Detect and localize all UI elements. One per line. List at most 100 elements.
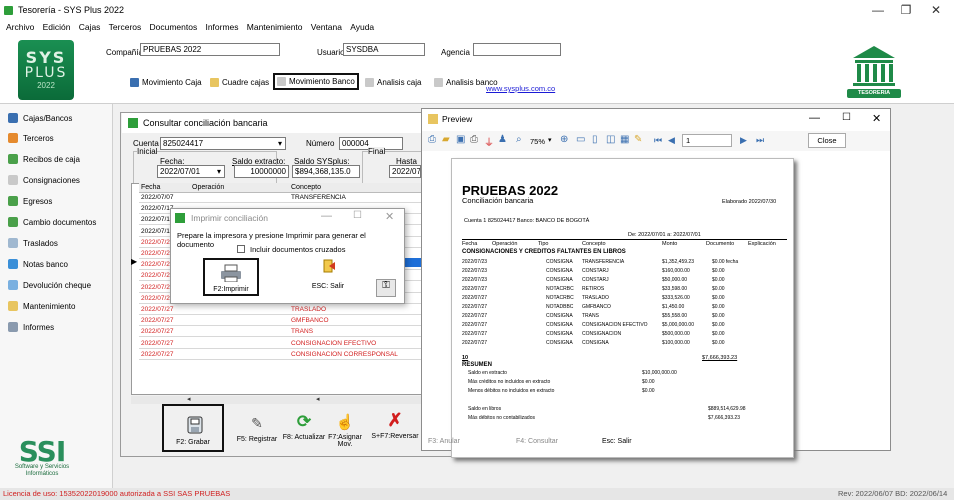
menu-cajas[interactable]: Cajas bbox=[79, 22, 101, 32]
dialog-minimize-button[interactable]: — bbox=[321, 210, 332, 222]
page-width-icon[interactable]: ▭ bbox=[576, 134, 585, 145]
report-col-tipo: Tipo bbox=[538, 241, 549, 247]
find-icon[interactable]: ♟ bbox=[498, 134, 507, 145]
next-page-icon[interactable]: ▶ bbox=[740, 135, 747, 146]
scroll-marker bbox=[402, 258, 422, 267]
first-page-icon[interactable]: ⏮ bbox=[654, 135, 662, 146]
prev-page-icon[interactable]: ◀ bbox=[668, 135, 675, 146]
page-fit-icon[interactable]: ▯ bbox=[592, 134, 598, 145]
preview-minimize-button[interactable]: — bbox=[809, 112, 820, 124]
menu-edicion[interactable]: Edición bbox=[43, 22, 71, 32]
print-icon[interactable]: ⎙ bbox=[470, 134, 478, 145]
company-field[interactable]: PRUEBAS 2022 bbox=[140, 43, 280, 56]
saldo-extracto-field[interactable]: 10000000 bbox=[234, 165, 289, 178]
horizontal-scrollbar[interactable]: ◂ ◂ bbox=[131, 396, 423, 404]
sidebar-item-informes[interactable]: Informes bbox=[8, 320, 54, 334]
reversar-button[interactable]: ✗ S+F7:Reversar bbox=[370, 410, 420, 440]
menu-documentos[interactable]: Documentos bbox=[150, 22, 198, 32]
sidebar-item-terceros[interactable]: Terceros bbox=[8, 131, 54, 145]
incluir-checkbox[interactable] bbox=[237, 245, 245, 253]
edit-icon[interactable]: ✎ bbox=[634, 134, 642, 145]
minimize-button[interactable]: — bbox=[868, 3, 888, 17]
zoom-in-icon[interactable]: ⊕ bbox=[560, 134, 568, 145]
final-label: Final bbox=[368, 147, 386, 156]
user-field[interactable]: SYSDBA bbox=[343, 43, 425, 56]
cash-register-icon bbox=[130, 77, 139, 87]
folder-icon[interactable]: ▰ bbox=[442, 134, 450, 145]
multi-page-icon[interactable]: ▦ bbox=[620, 134, 629, 145]
consultar-button[interactable]: F4: Consultar bbox=[516, 438, 558, 445]
menu-archivo[interactable]: Archivo bbox=[6, 22, 34, 32]
report-total: $7,666,393.23 bbox=[702, 355, 738, 361]
asignar-button[interactable]: ☝ F7:Asignar Mov. bbox=[322, 413, 368, 448]
col-concepto: Concepto bbox=[291, 184, 321, 191]
sidebar-item-mantenimiento[interactable]: Mantenimiento bbox=[8, 299, 75, 313]
report-cell: $33,598.00 bbox=[662, 286, 688, 292]
nav-label: Movimiento Caja bbox=[142, 77, 202, 87]
dialog-maximize-button[interactable]: ☐ bbox=[353, 210, 362, 221]
table-row[interactable]: 2022/07/27 CONSIGNACION CORRESPONSAL bbox=[139, 350, 439, 360]
incluir-label: Incluir documentos cruzados bbox=[250, 245, 346, 254]
esc-salir-button[interactable]: Esc: Salir bbox=[602, 438, 632, 445]
registrar-button[interactable]: ✎ F5: Registrar bbox=[236, 415, 278, 443]
pdf-icon[interactable]: ⏚ bbox=[484, 134, 494, 149]
app-icon bbox=[128, 118, 138, 128]
sidebar-item-consignaciones[interactable]: Consignaciones bbox=[8, 173, 80, 187]
open-icon[interactable]: ⎙ bbox=[428, 134, 436, 145]
nav-movimiento-caja[interactable]: Movimiento Caja bbox=[128, 75, 204, 89]
preview-close-button[interactable]: ✕ bbox=[872, 112, 881, 125]
nav-label: Cuadre cajas bbox=[222, 77, 270, 87]
grabar-button[interactable]: F2: Grabar bbox=[162, 404, 224, 452]
preview-maximize-button[interactable]: ☐ bbox=[842, 112, 851, 123]
hasta-field[interactable]: 2022/07/ bbox=[389, 165, 421, 178]
last-page-icon[interactable]: ⏭ bbox=[756, 135, 764, 146]
report-cell: NOTACRBC bbox=[546, 295, 574, 301]
zoom-icon[interactable]: ⌕ bbox=[516, 134, 522, 145]
zoom-dropdown-icon[interactable]: ▾ bbox=[548, 136, 552, 144]
page-number-field[interactable]: 1 bbox=[682, 134, 732, 147]
table-row[interactable]: 2022/07/27 GMFBANCO bbox=[139, 317, 439, 327]
fecha-field[interactable]: 2022/07/01 ▾ bbox=[157, 165, 225, 178]
table-row[interactable]: 2022/07/27 TRASLADO bbox=[139, 306, 439, 315]
ssi-logo: SSI Software y Servicios Informáticos bbox=[10, 438, 74, 484]
menu-ventana[interactable]: Ventana bbox=[311, 22, 342, 32]
menu-mantenimiento[interactable]: Mantenimiento bbox=[247, 22, 303, 32]
cuenta-select[interactable]: 825024417 ▾ bbox=[160, 137, 286, 150]
website-link[interactable]: www.sysplus.com.co bbox=[486, 84, 555, 93]
sidebar-item-recibos[interactable]: Recibos de caja bbox=[8, 152, 80, 166]
menu-terceros[interactable]: Terceros bbox=[109, 22, 142, 32]
nav-cuadre-cajas[interactable]: Cuadre cajas bbox=[208, 75, 271, 89]
table-row[interactable]: 2022/07/27 CONSIGNACION EFECTIVO bbox=[139, 339, 439, 349]
close-button[interactable]: ✕ bbox=[926, 3, 946, 17]
menu-ayuda[interactable]: Ayuda bbox=[350, 22, 374, 32]
report-col-monto: Monto bbox=[662, 241, 678, 247]
nav-movimiento-banco[interactable]: Movimiento Banco bbox=[273, 73, 359, 90]
imprimir-button[interactable]: F2:Imprimir bbox=[203, 258, 259, 296]
sidebar-item-notas-banco[interactable]: Notas banco bbox=[8, 257, 68, 271]
two-pages-icon[interactable]: ◫ bbox=[606, 134, 615, 145]
nav-analisis-caja[interactable]: Analisis caja bbox=[363, 75, 423, 89]
maximize-button[interactable]: ❐ bbox=[896, 3, 916, 17]
salir-button[interactable]: ESC: Salir bbox=[303, 283, 353, 290]
table-row[interactable]: 2022/07/27 TRANS bbox=[139, 328, 439, 338]
agency-field[interactable] bbox=[473, 43, 561, 56]
document-icon bbox=[277, 77, 286, 86]
menu-informes[interactable]: Informes bbox=[205, 22, 238, 32]
report-cell: 2022/07/27 bbox=[462, 304, 488, 310]
save-icon[interactable]: ▣ bbox=[456, 134, 465, 145]
key-icon[interactable]: ⚿ bbox=[376, 279, 396, 297]
sidebar-item-egresos[interactable]: Egresos bbox=[8, 194, 52, 208]
row-fecha: 2022/07/27 bbox=[141, 339, 174, 347]
anular-button[interactable]: F3: Anular bbox=[428, 438, 460, 445]
sidebar-item-traslados[interactable]: Traslados bbox=[8, 236, 58, 250]
zoom-level[interactable]: 75% bbox=[530, 137, 545, 146]
table-row[interactable]: 2022/07/07 TRANSFERENCIA bbox=[139, 194, 439, 203]
sidebar-item-devolucion-cheque[interactable]: Devolución cheque bbox=[8, 278, 91, 292]
report-cell: $1,352,459.23 bbox=[662, 259, 694, 265]
preview-close-label-button[interactable]: Close bbox=[808, 133, 846, 148]
sidebar-item-cambio-documentos[interactable]: Cambio documentos bbox=[8, 215, 96, 229]
preview-toolbar: ⎙ ▰ ▣ ⎙ ⏚ ♟ ⌕ 75% ▾ ⊕ ▭ ▯ ◫ ▦ ✎ ⏮ ◀ 1 ▶ … bbox=[422, 131, 890, 151]
dialog-close-button[interactable]: ✕ bbox=[385, 210, 394, 223]
actualizar-button[interactable]: ⟳ F8: Actualizar bbox=[282, 412, 326, 441]
sidebar-item-cajas-bancos[interactable]: Cajas/Bancos bbox=[8, 111, 72, 125]
